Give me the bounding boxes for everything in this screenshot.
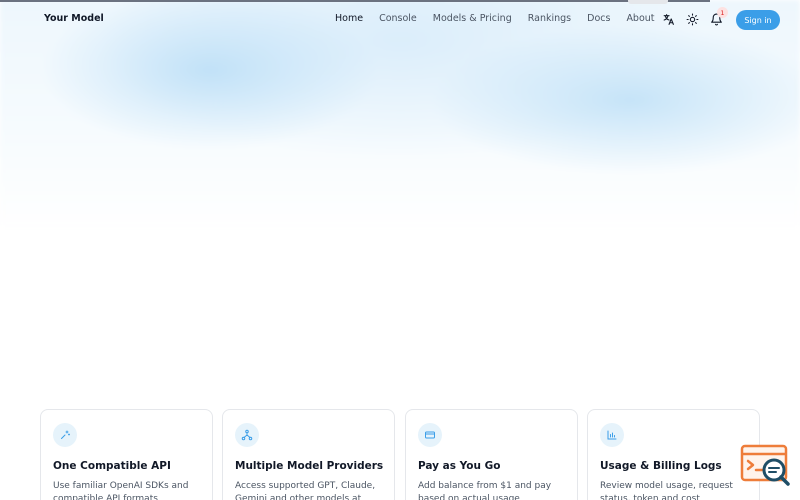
feature-card: Usage & Billing Logs Review model usage,… xyxy=(587,409,760,500)
feature-description: Review model usage, request status, toke… xyxy=(600,481,733,500)
feature-title: One Compatible API xyxy=(53,460,171,472)
top-navbar: Your Model Home Console Models & Pricing… xyxy=(0,0,800,40)
feature-card: Pay as You Go Add balance from $1 and pa… xyxy=(405,409,578,500)
nav-about[interactable]: About xyxy=(626,13,654,24)
sparkles-icon xyxy=(53,423,77,447)
nav-home[interactable]: Home xyxy=(335,13,363,24)
feature-card: One Compatible API Use familiar OpenAI S… xyxy=(40,409,213,500)
feature-description: Access supported GPT, Claude, Gemini and… xyxy=(235,481,376,500)
search-console-widget-icon[interactable] xyxy=(740,444,792,490)
feature-title: Multiple Model Providers xyxy=(235,460,384,472)
feature-title: Usage & Billing Logs xyxy=(600,460,722,472)
nav-docs[interactable]: Docs xyxy=(587,13,610,24)
features-section: One Compatible API Use familiar OpenAI S… xyxy=(40,409,760,500)
credit-card-icon xyxy=(418,423,442,447)
sun-icon[interactable] xyxy=(684,11,700,27)
nav-models-pricing[interactable]: Models & Pricing xyxy=(433,13,512,24)
feature-description: Add balance from $1 and pay based on act… xyxy=(418,481,552,500)
signin-button[interactable]: Sign in xyxy=(736,10,780,30)
brand-logo[interactable]: Your Model xyxy=(44,13,104,24)
notification-badge: 1 xyxy=(717,7,728,18)
bar-chart-icon xyxy=(600,423,624,447)
translate-icon[interactable] xyxy=(660,11,676,27)
main-nav: Home Console Models & Pricing Rankings D… xyxy=(335,13,671,24)
nav-console[interactable]: Console xyxy=(379,13,417,24)
nav-rankings[interactable]: Rankings xyxy=(528,13,571,24)
feature-description: Use familiar OpenAI SDKs and compatible … xyxy=(53,481,189,500)
network-icon xyxy=(235,423,259,447)
feature-card: Multiple Model Providers Access supporte… xyxy=(222,409,395,500)
feature-title: Pay as You Go xyxy=(418,460,501,472)
